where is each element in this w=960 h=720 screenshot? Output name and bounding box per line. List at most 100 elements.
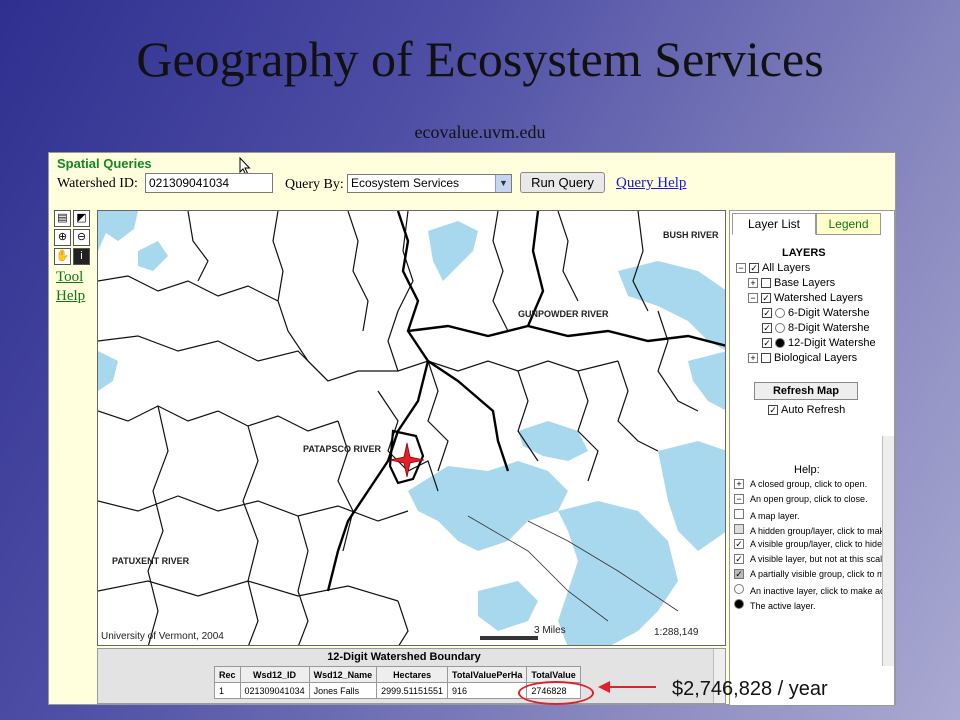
radio-selected-icon[interactable] <box>775 338 785 349</box>
tool-link[interactable]: Tool <box>56 269 83 286</box>
auto-refresh-toggle[interactable]: ✓ Auto Refresh <box>768 404 845 416</box>
tree-label: Base Layers <box>774 277 836 290</box>
query-by-value: Ecosystem Services <box>351 176 460 190</box>
results-title: 12-Digit Watershed Boundary <box>327 651 481 663</box>
watershed-id-input[interactable] <box>145 173 273 193</box>
highlight-ring <box>518 681 594 705</box>
slide-subtitle: ecovalue.uvm.edu <box>414 122 546 142</box>
expand-icon: + <box>734 479 744 489</box>
collapse-icon[interactable]: − <box>748 293 758 304</box>
collapse-icon[interactable]: − <box>736 263 746 274</box>
checkbox-icon[interactable]: ✓ <box>762 323 772 334</box>
checkbox-icon[interactable]: ✓ <box>768 405 778 415</box>
active-layer-icon <box>734 599 744 609</box>
app-window: Spatial Queries Watershed ID: Query By: … <box>48 152 896 706</box>
map-view[interactable]: BUSH RIVER GUNPOWDER RIVER PATAPSCO RIVE… <box>97 210 726 646</box>
hidden-layer-icon <box>734 524 744 534</box>
selected-location-star-icon <box>389 442 425 478</box>
query-by-label: Query By: <box>285 177 344 192</box>
checkbox-icon[interactable]: ✓ <box>762 338 772 349</box>
help-heading: Help: <box>794 464 820 476</box>
help-item: ✓ A partially visible group, click to mak… <box>734 569 895 579</box>
zoom-out-icon[interactable]: ⊖ <box>73 229 90 246</box>
help-text: The active layer. <box>750 601 816 611</box>
tab-legend[interactable]: Legend <box>816 213 881 235</box>
inactive-layer-icon <box>734 584 744 594</box>
visible-layer-icon: ✓ <box>734 539 744 549</box>
help-text: An inactive layer, click to make activ <box>750 586 894 596</box>
results-panel: 12-Digit Watershed Boundary Rec Wsd12_ID… <box>97 648 726 704</box>
radio-icon[interactable] <box>775 323 785 334</box>
help-item: An inactive layer, click to make activ <box>734 584 894 596</box>
tree-item-6-digit[interactable]: ✓ 6-Digit Watershe <box>762 307 870 322</box>
checkbox-icon[interactable]: ✓ <box>762 308 772 319</box>
col-header: Hectares <box>376 666 449 683</box>
help-item: ✓ A visible group/layer, click to hide. <box>734 539 885 549</box>
collapse-icon: − <box>734 494 744 504</box>
map-label-bush-river: BUSH RIVER <box>663 230 719 240</box>
map-copyright: University of Vermont, 2004 <box>101 631 224 642</box>
help-text: A visible group/layer, click to hide. <box>750 539 885 549</box>
watershed-map <box>98 211 725 645</box>
full-extent-icon[interactable]: ▤ <box>54 210 71 227</box>
checkbox-icon[interactable]: ✓ <box>761 293 771 304</box>
table-cell: 916 <box>447 682 528 699</box>
out-of-scale-icon: ✓ <box>734 554 744 564</box>
map-label-gunpowder-river: GUNPOWDER RIVER <box>518 309 609 319</box>
query-help-link[interactable]: Query Help <box>616 175 686 192</box>
tree-item-base-layers[interactable]: + Base Layers <box>748 277 835 292</box>
radio-icon[interactable] <box>775 308 785 319</box>
help-scrollbar[interactable] <box>882 436 894 666</box>
tree-label: Watershed Layers <box>774 292 863 305</box>
checkbox-icon[interactable] <box>761 278 771 289</box>
checkbox-icon[interactable] <box>761 353 771 364</box>
tab-layer-list[interactable]: Layer List <box>732 213 816 235</box>
pan-hand-icon[interactable]: ✋ <box>54 248 71 265</box>
map-scale-bar <box>480 636 538 640</box>
tree-item-all-layers[interactable]: − ✓ All Layers <box>736 262 810 277</box>
expand-icon[interactable]: + <box>748 278 758 289</box>
help-item: ✓ A visible layer, but not at this scale. <box>734 554 890 564</box>
checkbox-icon[interactable]: ✓ <box>749 263 759 274</box>
table-header-row: Rec Wsd12_ID Wsd12_Name Hectares TotalVa… <box>214 666 581 683</box>
tree-item-biological-layers[interactable]: + Biological Layers <box>748 352 857 367</box>
run-query-button[interactable]: Run Query <box>520 172 605 193</box>
query-by-select[interactable]: Ecosystem Services ▼ <box>347 174 512 193</box>
identify-icon[interactable]: i <box>73 248 90 265</box>
spatial-queries-heading: Spatial Queries <box>57 156 152 171</box>
help-link[interactable]: Help <box>56 288 85 305</box>
expand-icon[interactable]: + <box>748 353 758 364</box>
zoom-in-icon[interactable]: ⊕ <box>54 229 71 246</box>
overview-icon[interactable]: ◩ <box>73 210 90 227</box>
auto-refresh-label: Auto Refresh <box>781 404 846 416</box>
layer-panel: Layer List Legend LAYERS − ✓ All Layers + B… <box>729 210 895 706</box>
col-header: TotalValuePerHa <box>447 666 528 683</box>
help-item: A map layer. <box>734 509 800 521</box>
tree-item-12-digit[interactable]: ✓ 12-Digit Watershe <box>762 337 876 352</box>
map-scale-text: 3 Miles <box>534 625 566 636</box>
tree-label: 6-Digit Watershe <box>788 307 870 320</box>
map-label-patuxent-river: PATUXENT RIVER <box>112 556 190 566</box>
help-text: A map layer. <box>750 511 800 521</box>
tree-item-8-digit[interactable]: ✓ 8-Digit Watershe <box>762 322 870 337</box>
chevron-down-icon[interactable]: ▼ <box>495 175 511 192</box>
help-text: A closed group, click to open. <box>750 479 868 489</box>
tree-label: 12-Digit Watershe <box>788 337 876 350</box>
slide-title: Geography of Ecosystem Services <box>136 31 824 87</box>
arrow-left-icon <box>598 681 656 693</box>
tree-label: 8-Digit Watershe <box>788 322 870 335</box>
help-item: − An open group, click to close. <box>734 494 868 504</box>
tree-label: Biological Layers <box>774 352 858 365</box>
map-layer-icon <box>734 509 744 519</box>
help-item: + A closed group, click to open. <box>734 479 867 489</box>
help-text: A partially visible group, click to make <box>750 569 895 579</box>
map-scale-ratio: 1:288,149 <box>654 627 699 638</box>
map-label-patapsco-river: PATAPSCO RIVER <box>303 444 382 454</box>
table-cell: Jones Falls <box>308 682 378 699</box>
tree-item-watershed-layers[interactable]: − ✓ Watershed Layers <box>748 292 863 307</box>
col-header: Wsd12_ID <box>239 666 310 683</box>
table-cell: 2999.51151551 <box>376 682 449 699</box>
refresh-map-button[interactable]: Refresh Map <box>754 382 858 400</box>
total-value-annotation: $2,746,828 / year <box>672 678 828 700</box>
partial-visible-icon: ✓ <box>734 569 744 579</box>
